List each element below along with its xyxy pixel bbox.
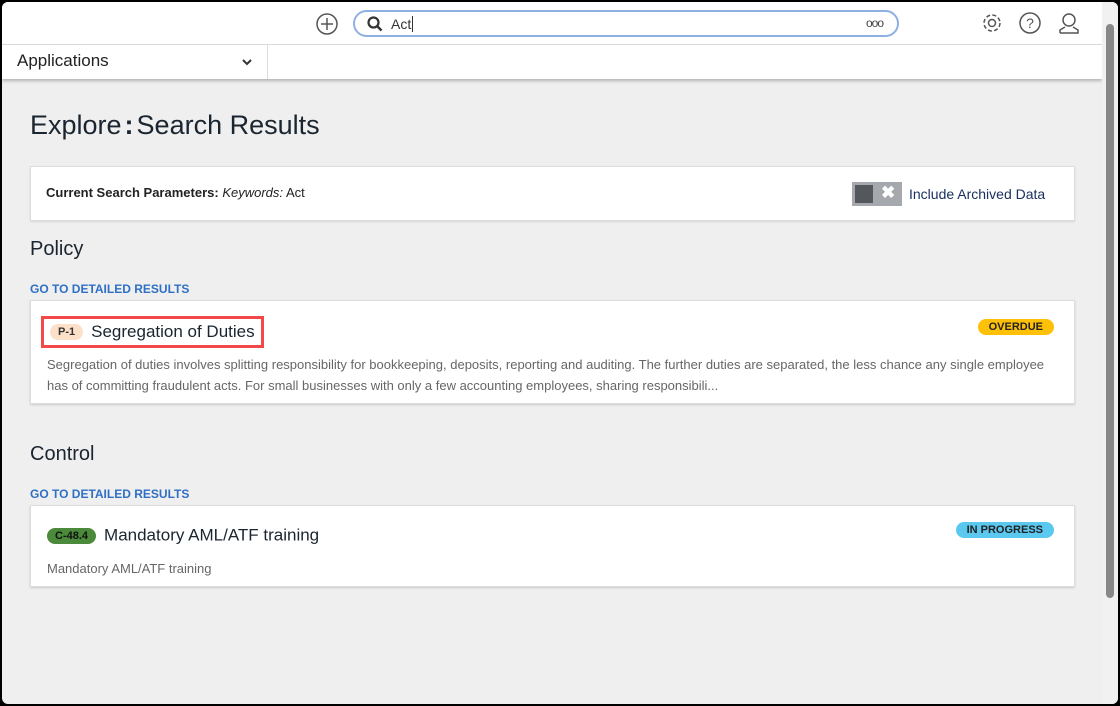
archived-data-toggle[interactable]: ✖ — [852, 182, 902, 206]
result-card[interactable]: C-48.4 Mandatory AML/ATF training IN PROG… — [30, 505, 1075, 587]
control-detailed-results-link[interactable]: GO TO DETAILED RESULTS — [30, 487, 189, 501]
top-bar: Act ooo ? — [2, 2, 1102, 45]
gear-icon[interactable] — [981, 12, 1003, 39]
chevron-down-icon — [241, 53, 253, 73]
add-icon[interactable] — [316, 13, 338, 40]
applications-label: Applications — [17, 51, 109, 70]
close-icon: ✖ — [881, 183, 896, 202]
result-title[interactable]: Segregation of Duties — [91, 322, 255, 341]
help-icon[interactable]: ? — [1019, 12, 1041, 39]
app-bar: Applications — [2, 45, 1102, 79]
scrollbar[interactable] — [1102, 2, 1118, 704]
archived-data-label: Include Archived Data — [909, 186, 1046, 202]
svg-text:?: ? — [1026, 15, 1034, 31]
search-value: Act — [391, 16, 414, 32]
user-icon[interactable] — [1058, 12, 1080, 39]
search-input[interactable]: Act ooo — [353, 10, 899, 37]
applications-dropdown[interactable]: Applications — [2, 45, 268, 79]
status-badge: OVERDUE — [977, 319, 1054, 335]
id-badge: P-1 — [50, 324, 84, 340]
result-description: Mandatory AML/ATF training — [47, 561, 212, 576]
result-card[interactable]: P-1 Segregation of Duties OVERDUE Segrega… — [30, 300, 1075, 404]
highlight-box: P-1 Segregation of Duties — [41, 316, 264, 348]
scrollbar-thumb[interactable] — [1106, 24, 1114, 598]
search-icon — [367, 16, 383, 37]
section-heading-control: Control — [30, 443, 95, 465]
more-options-button[interactable]: ooo — [866, 16, 884, 30]
search-parameters-panel: Current Search Parameters: Keywords: Act… — [30, 166, 1075, 221]
result-title[interactable]: Mandatory AML/ATF training — [104, 526, 319, 545]
status-badge: IN PROGRESS — [955, 522, 1054, 538]
section-heading-policy: Policy — [30, 238, 84, 260]
app-window: Act ooo ? Applications Explore: Search Re… — [2, 2, 1118, 704]
id-badge: C-48.4 — [47, 527, 97, 544]
page-title: Explore: Search Results — [30, 110, 320, 140]
search-parameters-text: Current Search Parameters: Keywords: Act — [46, 185, 305, 200]
policy-detailed-results-link[interactable]: GO TO DETAILED RESULTS — [30, 282, 189, 296]
result-description: Segregation of duties involves splitting… — [47, 357, 1045, 393]
